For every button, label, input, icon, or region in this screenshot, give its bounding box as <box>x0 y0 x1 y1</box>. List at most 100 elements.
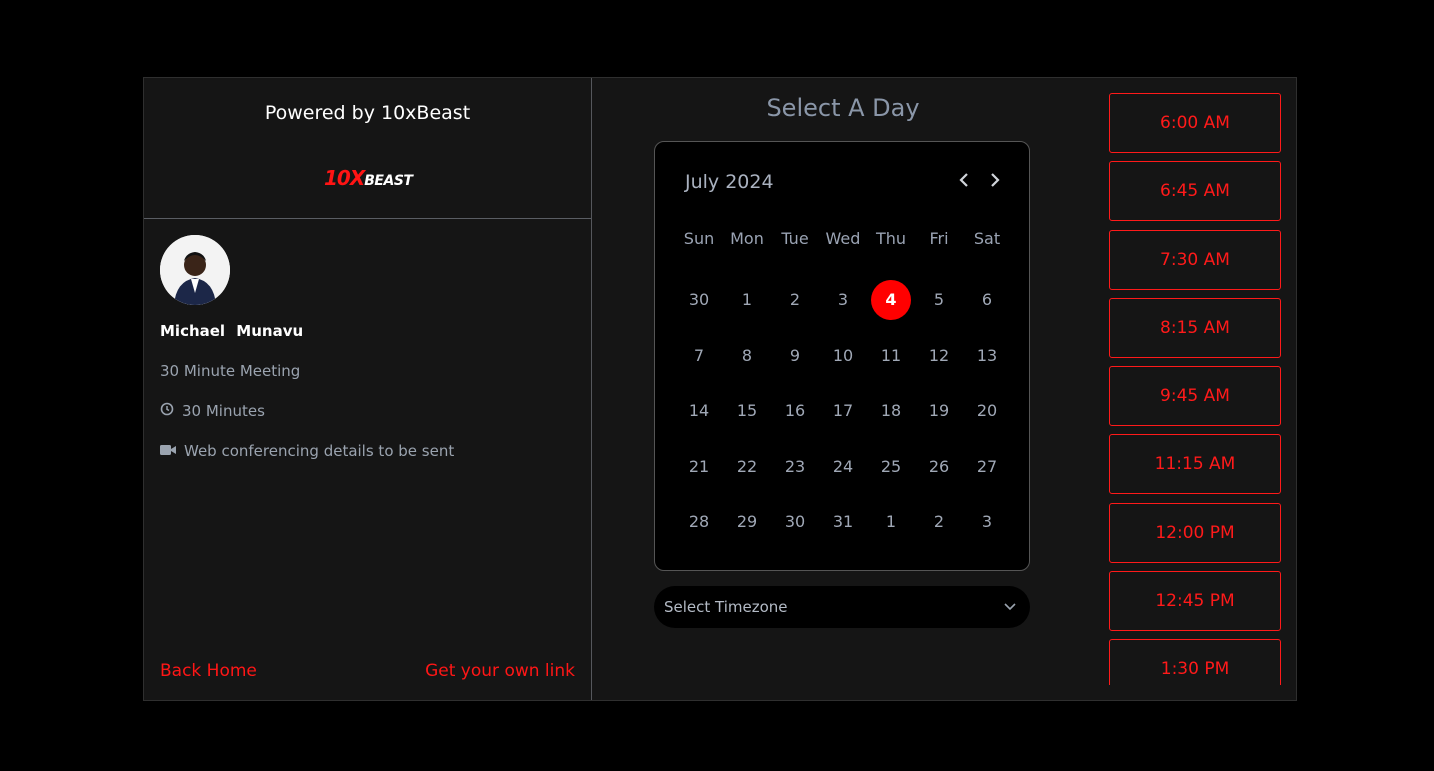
duration-text: 30 Minutes <box>182 402 265 420</box>
calendar-day-number: 4 <box>871 279 911 320</box>
calendar-day[interactable]: 16 <box>771 383 819 439</box>
location-row: Web conferencing details to be sent <box>160 442 454 460</box>
calendar-day-number: 9 <box>789 345 801 365</box>
calendar-day[interactable]: 11 <box>867 328 915 384</box>
calendar-day-number: 1 <box>741 290 753 310</box>
calendar-day-number: 26 <box>928 456 950 476</box>
get-own-link[interactable]: Get your own link <box>425 661 575 681</box>
calendar-day-number: 24 <box>832 456 854 476</box>
timezone-placeholder: Select Timezone <box>664 598 788 616</box>
calendar-day-number: 25 <box>880 456 902 476</box>
calendar-day-number: 15 <box>736 401 758 421</box>
time-slot-button[interactable]: 6:45 AM <box>1109 161 1281 222</box>
video-camera-icon <box>160 442 176 460</box>
calendar-day[interactable]: 25 <box>867 439 915 495</box>
calendar-day[interactable]: 30 <box>771 494 819 550</box>
calendar-day[interactable]: 1 <box>723 272 771 328</box>
logo-text-secondary: BEAST <box>364 173 413 189</box>
calendar-day[interactable]: 21 <box>675 439 723 495</box>
calendar-day-number: 6 <box>981 290 993 310</box>
calendar-day[interactable]: 10 <box>819 328 867 384</box>
host-panel: Powered by 10xBeast 10XBEAST Michael Mun… <box>144 78 592 700</box>
month-label: July 2024 <box>685 171 774 193</box>
calendar-day[interactable]: 28 <box>675 494 723 550</box>
calendar-day[interactable]: 20 <box>963 383 1011 439</box>
time-slot-button[interactable]: 12:00 PM <box>1109 502 1281 563</box>
calendar-day[interactable]: 18 <box>867 383 915 439</box>
calendar-day-number: 30 <box>784 512 806 532</box>
weekday-label: Thu <box>875 229 907 248</box>
weekday-label: Sat <box>973 229 1001 248</box>
weekday-label: Wed <box>825 229 861 248</box>
calendar-day[interactable]: 8 <box>723 328 771 384</box>
calendar-day[interactable]: 23 <box>771 439 819 495</box>
time-slot-button[interactable]: 12:45 PM <box>1109 571 1281 632</box>
calendar-day[interactable]: 3 <box>819 272 867 328</box>
time-slot-button[interactable]: 7:30 AM <box>1109 229 1281 290</box>
calendar-day[interactable]: 2 <box>771 272 819 328</box>
weekday-label: Sun <box>683 229 715 248</box>
duration-row: 30 Minutes <box>160 402 265 420</box>
calendar-day-number: 28 <box>688 512 710 532</box>
calendar-day-number: 2 <box>789 290 801 310</box>
calendar: July 2024 Sun Mon Tue Wed Thu Fri Sat 30… <box>654 141 1030 571</box>
time-slot-button[interactable]: 1:30 PM <box>1109 639 1281 685</box>
time-slot-list[interactable]: 6:00 AM 6:45 AM 7:30 AM 8:15 AM 9:45 AM 11:15… <box>1109 93 1281 685</box>
calendar-day-number: 13 <box>976 345 998 365</box>
time-slot-button[interactable]: 8:15 AM <box>1109 297 1281 358</box>
weekday-header: Sun Mon Tue Wed Thu Fri Sat <box>675 228 1011 250</box>
powered-by-text: Powered by 10xBeast <box>264 102 471 124</box>
calendar-day[interactable]: 29 <box>723 494 771 550</box>
calendar-day[interactable]: 19 <box>915 383 963 439</box>
calendar-day-number: 14 <box>688 401 710 421</box>
prev-month-button[interactable] <box>953 170 975 192</box>
select-day-heading: Select A Day <box>766 94 920 122</box>
calendar-day-number: 11 <box>880 345 902 365</box>
calendar-day[interactable]: 13 <box>963 328 1011 384</box>
calendar-day[interactable]: 17 <box>819 383 867 439</box>
back-home-link[interactable]: Back Home <box>160 661 257 681</box>
calendar-day[interactable]: 9 <box>771 328 819 384</box>
calendar-day[interactable]: 31 <box>819 494 867 550</box>
logo-text-primary: 10X <box>324 166 365 190</box>
calendar-day[interactable]: 14 <box>675 383 723 439</box>
time-slot-button[interactable]: 11:15 AM <box>1109 434 1281 495</box>
calendar-day-number: 29 <box>736 512 758 532</box>
host-name: Michael Munavu <box>160 322 304 340</box>
calendar-day-number: 21 <box>688 456 710 476</box>
calendar-day[interactable]: 22 <box>723 439 771 495</box>
calendar-day[interactable]: 1 <box>867 494 915 550</box>
timezone-select[interactable]: Select Timezone <box>654 586 1030 628</box>
calendar-day-number: 5 <box>933 290 945 310</box>
calendar-day-number: 31 <box>832 512 854 532</box>
calendar-day-number: 19 <box>928 401 950 421</box>
calendar-day-selected[interactable]: 4 <box>867 272 915 328</box>
location-text: Web conferencing details to be sent <box>184 442 455 460</box>
calendar-day-number: 3 <box>837 290 849 310</box>
calendar-day[interactable]: 27 <box>963 439 1011 495</box>
calendar-day-number: 23 <box>784 456 806 476</box>
brand-header: Powered by 10xBeast 10XBEAST <box>144 78 591 219</box>
calendar-day[interactable]: 26 <box>915 439 963 495</box>
next-month-button[interactable] <box>984 170 1006 192</box>
calendar-day[interactable]: 6 <box>963 272 1011 328</box>
avatar <box>160 235 230 305</box>
calendar-day-number: 30 <box>688 290 710 310</box>
time-slot-button[interactable]: 9:45 AM <box>1109 366 1281 427</box>
calendar-day[interactable]: 15 <box>723 383 771 439</box>
calendar-day[interactable]: 30 <box>675 272 723 328</box>
time-slot-button[interactable]: 6:00 AM <box>1109 93 1281 153</box>
calendar-day[interactable]: 24 <box>819 439 867 495</box>
booking-card: Powered by 10xBeast 10XBEAST Michael Mun… <box>143 77 1297 701</box>
calendar-day-number: 17 <box>832 401 854 421</box>
meeting-title: 30 Minute Meeting <box>160 362 301 380</box>
calendar-day[interactable]: 5 <box>915 272 963 328</box>
calendar-day[interactable]: 7 <box>675 328 723 384</box>
weekday-label: Mon <box>730 229 764 248</box>
calendar-day[interactable]: 2 <box>915 494 963 550</box>
calendar-day[interactable]: 3 <box>963 494 1011 550</box>
calendar-day-number: 20 <box>976 401 998 421</box>
calendar-day[interactable]: 12 <box>915 328 963 384</box>
chevron-right-icon <box>991 173 1000 187</box>
calendar-day-number: 2 <box>933 512 945 532</box>
